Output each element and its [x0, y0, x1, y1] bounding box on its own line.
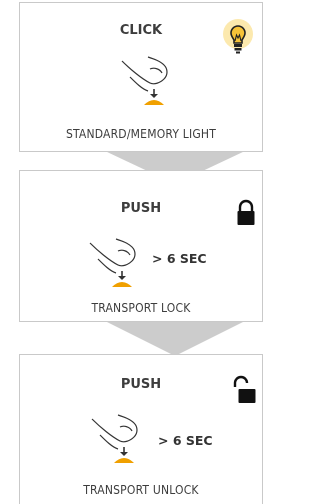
finger-press-icon — [89, 238, 136, 287]
finger-press-icon — [121, 56, 168, 105]
result-label: TRANSPORT LOCK — [91, 301, 191, 315]
action-label: PUSH — [120, 201, 162, 216]
padlock-closed-icon — [237, 199, 255, 225]
padlock-open-icon — [233, 375, 256, 403]
step-panel-unlock: PUSH > 6 SEC TRANSPORT UNLOCK — [19, 354, 263, 504]
action-label: PUSH — [120, 377, 162, 392]
result-label: STANDARD/MEMORY LIGHT — [65, 127, 217, 141]
step-panel-lock: PUSH > 6 SEC TRANSPORT LOCK — [19, 170, 263, 322]
finger-press-icon — [91, 414, 138, 463]
step-panel-click: CLICK STANDARD/MEMORY LIGHT — [19, 2, 263, 152]
result-label: TRANSPORT UNLOCK — [83, 483, 199, 497]
light-bulb-icon — [223, 19, 253, 54]
duration-label: > 6 SEC — [158, 433, 213, 448]
duration-label: > 6 SEC — [152, 251, 207, 266]
arrow-2 — [105, 321, 245, 356]
